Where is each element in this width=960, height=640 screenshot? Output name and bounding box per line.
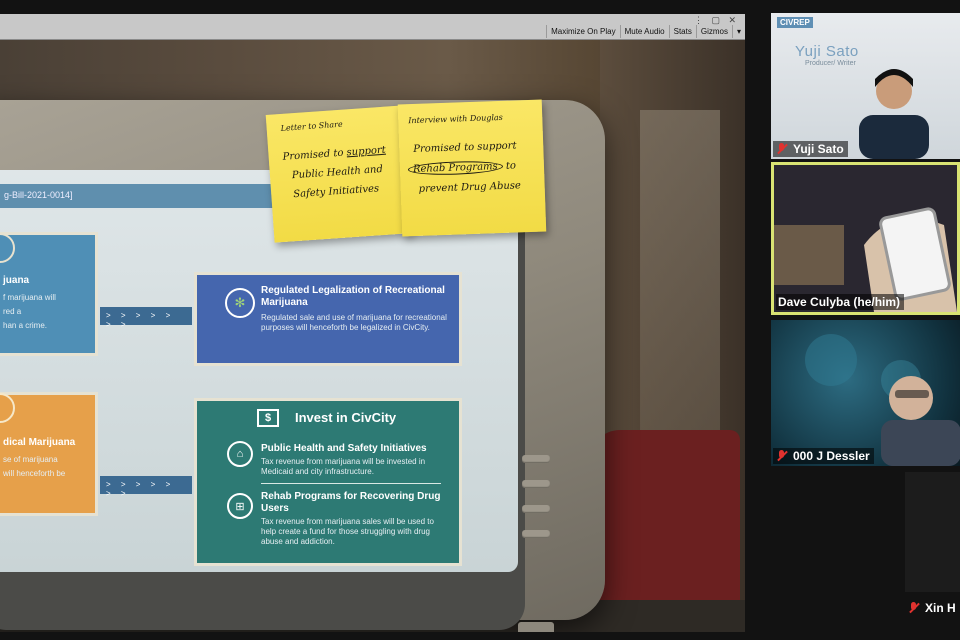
cannabis-leaf-icon: ✻ [225,288,255,318]
unity-game-view: ⋮ ▢ ✕ Maximize On Play Mute Audio Stats … [0,14,745,632]
card-title: Invest in CivCity [295,410,397,425]
bus-icon: ⌂ [227,441,253,467]
mic-muted-icon [775,449,789,463]
divider [261,483,441,484]
participant-video [805,334,960,466]
card-title: juana [3,275,30,286]
sticky-line: Rehab Programs to [407,156,517,179]
participant-name: Yuji Sato [793,142,844,156]
participant-tile-j-dessler[interactable]: 000 J Dessler [771,320,960,466]
participant-name: Dave Culyba (he/him) [778,295,901,309]
card-text: han a crime. [3,321,48,330]
monitor-button[interactable] [522,480,550,488]
card-text: se of marijuana [3,455,58,464]
card-text: Regulated sale and use of marijuana for … [261,313,447,332]
sticky-line: Promised to support [413,140,517,156]
participant-video-xin-h [905,472,960,592]
mic-muted-icon [907,601,921,615]
card-regulated-legalization: ✻ Regulated Legalization of Recreational… [194,272,462,366]
mute-audio-button[interactable]: Mute Audio [619,25,669,38]
brand-logo: CIVREP [777,17,813,28]
participant-tile-xin-h[interactable]: Xin H [905,596,960,620]
unity-toolbar: ⋮ ▢ ✕ Maximize On Play Mute Audio Stats … [0,14,745,40]
participant-name-row: Dave Culyba (he/him) [776,294,905,310]
maximize-on-play-button[interactable]: Maximize On Play [546,25,619,38]
arrow-connector: > > > > > > > [100,476,192,498]
badge-icon [0,233,15,263]
card-text: red a [3,307,22,316]
dollar-icon: $ [257,409,279,427]
card-text: will henceforth be [3,469,66,478]
sticky-heading: Interview with Douglas [408,112,503,126]
gizmos-button[interactable]: Gizmos [695,25,732,38]
background-window [640,110,720,440]
arrow-connector: > > > > > > > [100,307,192,329]
item-title: Public Health and Safety Initiatives [261,443,427,454]
monitor-button[interactable] [522,530,550,538]
card-decriminalize: juana f marijuana will red a han a crime… [0,232,98,356]
participant-name: Xin H [925,601,956,615]
monitor-button[interactable] [522,505,550,513]
card-title: dical Marijuana [3,437,76,448]
mic-muted-icon [775,142,789,156]
participant-name: 000 J Dessler [793,449,870,463]
sticky-note-interview[interactable]: Interview with Douglas Promised to suppo… [397,99,547,237]
game-scene: g-Bill-2021-0014] juana f marijuana will… [0,40,745,632]
sticky-note-letter[interactable]: Letter to Share Promised to support Publ… [265,105,413,243]
participant-name-row: 000 J Dessler [773,448,874,464]
hospital-icon: ⊞ [227,493,253,519]
item-text: Tax revenue from marijuana sales will be… [261,517,434,546]
sticky-line: prevent Drug Abuse [418,180,522,195]
item-text: Tax revenue from marijuana will be inves… [261,457,426,476]
power-button[interactable] [518,622,554,632]
participant-name-row: Yuji Sato [773,141,848,157]
gizmos-dropdown-icon[interactable]: ▾ [731,25,745,38]
card-text: f marijuana will [3,293,56,302]
stats-button[interactable]: Stats [668,25,696,38]
participant-video [859,69,929,159]
bill-id: g-Bill-2021-0014] [4,190,73,200]
participant-tile-yuji-sato[interactable]: CIVREP Yuji Sato Producer/ Writer Yuji S… [771,13,960,159]
monitor-button[interactable] [522,455,550,463]
badge-icon [0,393,15,423]
participant-tile-dave-culyba[interactable]: Dave Culyba (he/him) [771,162,960,315]
card-title: Regulated Legalization of Recreational M… [261,285,445,308]
participant-name-row: Xin H [905,600,960,616]
card-invest-in-civcity: $ Invest in CivCity ⌂ Public Health and … [194,398,462,566]
item-title: Rehab Programs for Recovering Drug Users [261,491,441,514]
card-medical-marijuana: dical Marijuana se of marijuana will hen… [0,392,98,516]
sticky-heading: Letter to Share [280,119,343,133]
